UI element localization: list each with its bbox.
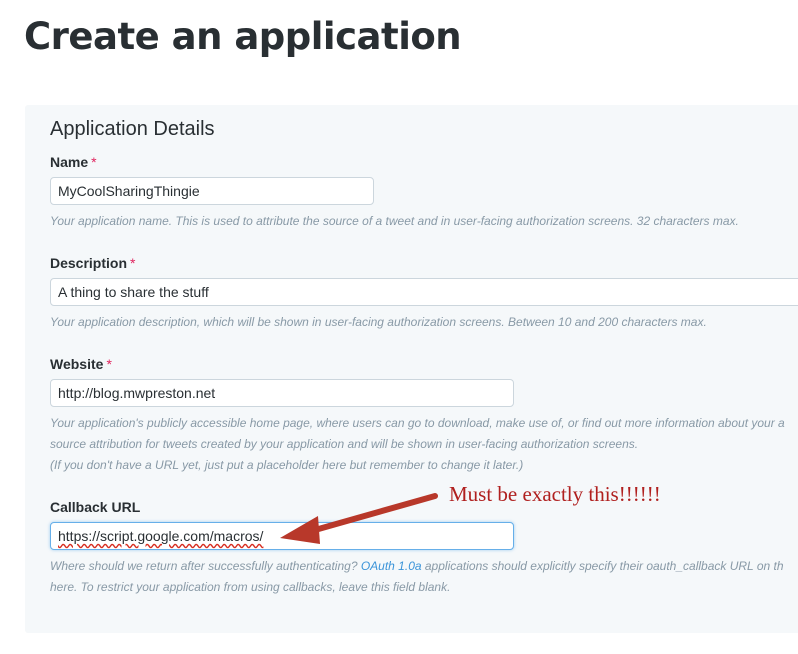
callback-url-label: Callback URL [50,498,140,516]
callback-help-text-after: applications should explicitly specify t… [421,559,784,573]
website-help-line3: (If you don't have a URL yet, just put a… [50,458,524,472]
name-input[interactable]: MyCoolSharingThingie [50,177,374,205]
required-asterisk: * [91,154,97,170]
description-input-value: A thing to share the stuff [58,284,209,300]
website-label: Website * [50,355,112,373]
callback-help-line1: Where should we return after successfull… [50,556,784,577]
required-asterisk: * [130,255,136,271]
name-input-value: MyCoolSharingThingie [58,183,200,199]
description-label: Description * [50,254,135,272]
callback-help-text-before: Where should we return after successfull… [50,559,361,573]
callback-url-label-text: Callback URL [50,499,141,515]
name-label: Name * [50,153,97,171]
name-label-text: Name [50,154,89,170]
website-help-line2: source attribution for tweets created by… [50,437,639,451]
callback-help-line2: here. To restrict your application from … [50,580,451,594]
section-title: Application Details [50,118,215,140]
annotation-text: Must be exactly this!!!!!! [449,482,661,506]
oauth-link[interactable]: OAuth 1.0a [361,559,422,573]
description-label-text: Description [50,255,128,271]
description-input[interactable]: A thing to share the stuff [50,278,798,306]
description-help: Your application description, which will… [50,315,707,329]
website-label-text: Website [50,356,104,372]
website-input[interactable]: http://blog.mwpreston.net [50,379,514,407]
name-help: Your application name. This is used to a… [50,214,739,228]
website-help-line1: Your application's publicly accessible h… [50,416,785,430]
required-asterisk: * [106,356,112,372]
website-input-value: http://blog.mwpreston.net [58,385,216,401]
page-title: Create an application [24,15,462,58]
annotation-arrow-icon [280,493,438,544]
callback-url-input-value: https://script.google.com/macros/ [58,528,264,544]
